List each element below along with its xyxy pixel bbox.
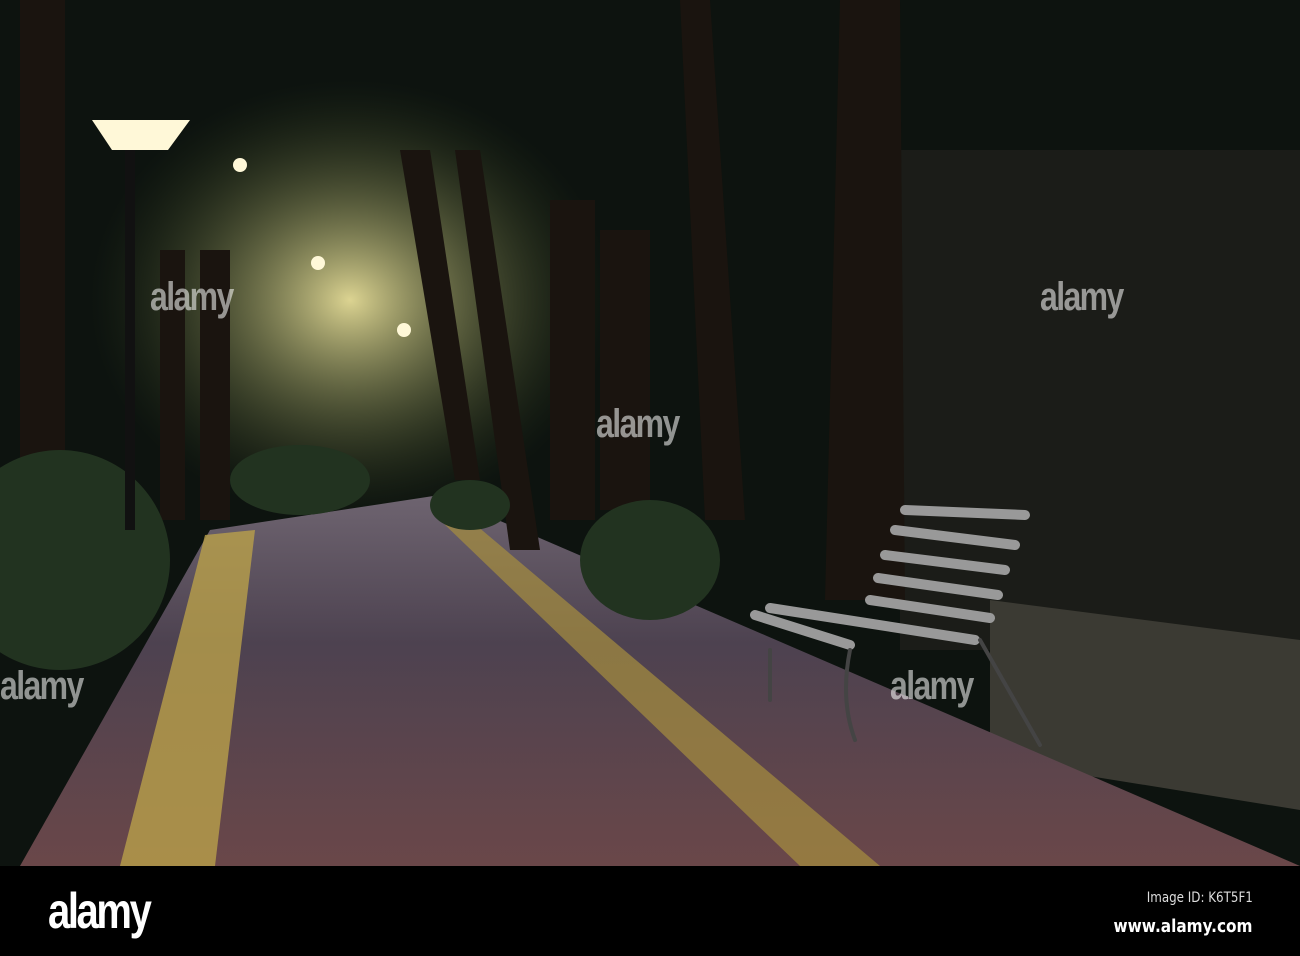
watermark-text: alamy	[0, 664, 84, 708]
watermark-text: alamy	[596, 402, 680, 446]
watermark-text: alamy	[890, 664, 974, 708]
watermark-text: alamy	[1040, 275, 1124, 319]
image-id: Image ID: K6T5F1	[1146, 890, 1253, 906]
website-link[interactable]: www.alamy.com	[1114, 916, 1253, 937]
footer-bar: alamy Image ID: K6T5F1 www.alamy.com	[0, 866, 1300, 956]
watermark-text: alamy	[150, 275, 234, 319]
stone-wall	[900, 150, 1300, 650]
alamy-logo: alamy	[48, 883, 152, 939]
stock-photo: alamy alamy alamy alamy alamy alamy Imag…	[0, 0, 1300, 956]
